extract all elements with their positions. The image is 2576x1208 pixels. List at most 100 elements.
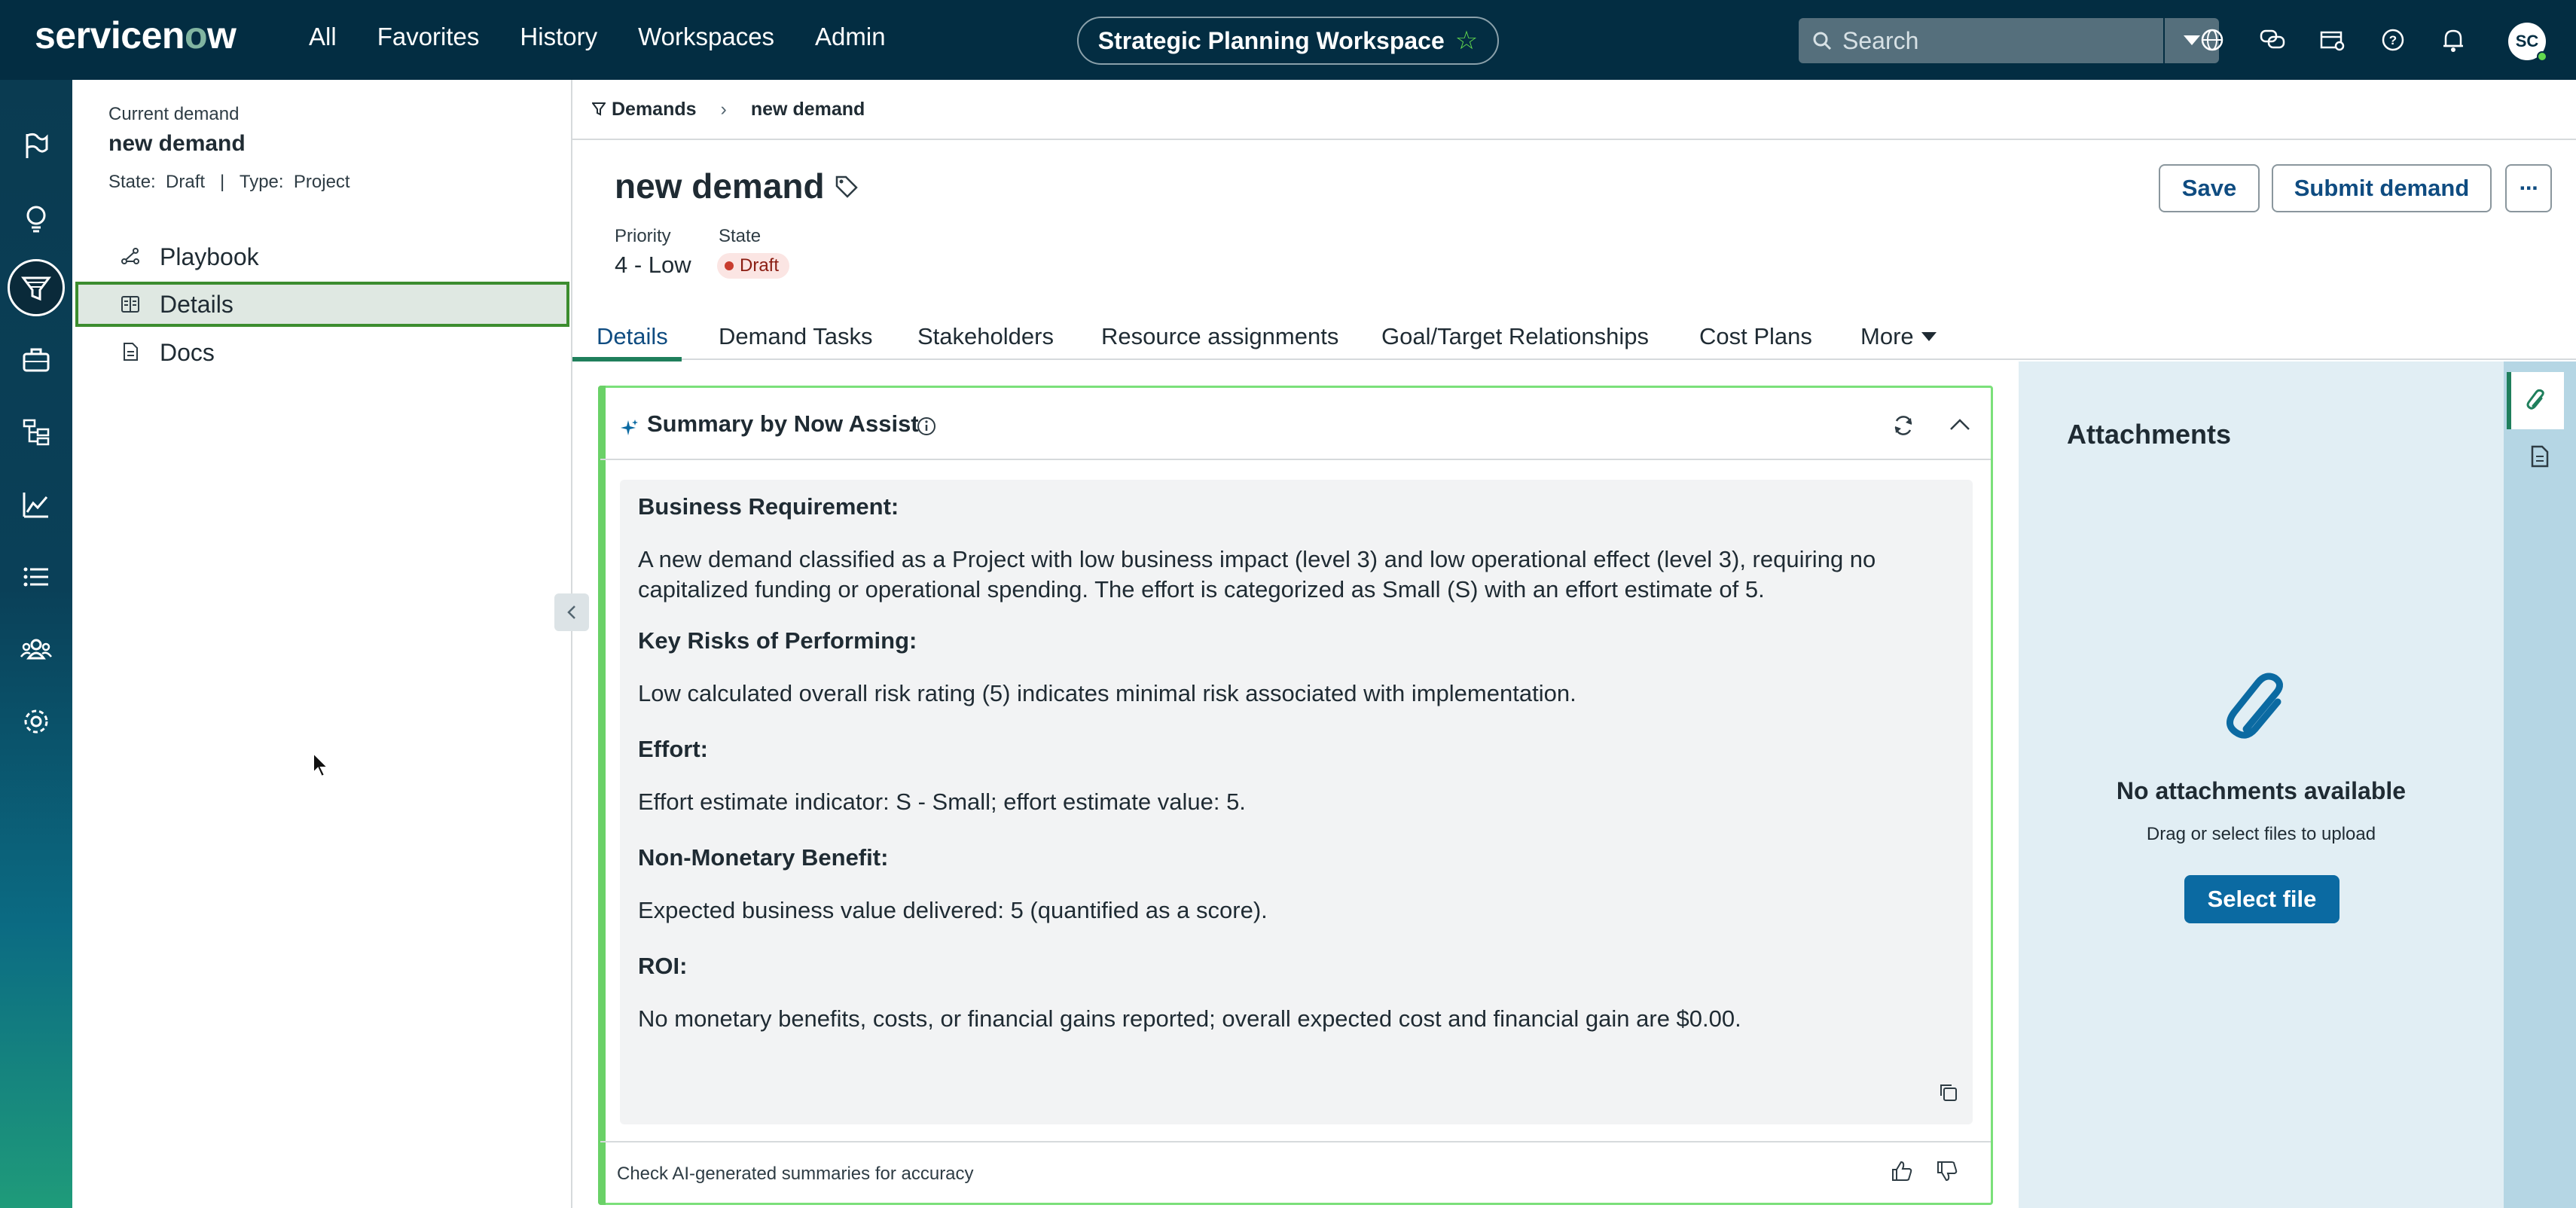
globe-icon[interactable]: [2198, 26, 2227, 54]
demand-funnel-icon[interactable]: [8, 259, 65, 316]
section-heading-key-risks: Key Risks of Performing:: [638, 627, 917, 654]
search-placeholder: Search: [1842, 26, 1919, 54]
record-tabs: Details Demand Tasks Stakeholders Resour…: [572, 313, 2576, 361]
status-dot-icon: [725, 261, 734, 270]
nav-workspaces[interactable]: Workspaces: [638, 23, 774, 51]
attachments-tab[interactable]: [2507, 372, 2564, 429]
more-actions-button[interactable]: ···: [2505, 164, 2552, 212]
nav-item-playbook[interactable]: Playbook: [75, 234, 569, 279]
section-heading-roi: ROI:: [638, 953, 688, 979]
priority-value: 4 - Low: [615, 252, 691, 278]
flag-icon[interactable]: [8, 117, 65, 175]
state-value: Draft: [740, 255, 780, 276]
briefcase-icon[interactable]: [8, 331, 65, 389]
tab-resource-assignments[interactable]: Resource assignments: [1101, 313, 1338, 360]
nav-history[interactable]: History: [520, 23, 597, 51]
attachments-title: Attachments: [2067, 419, 2232, 450]
workspace-title-pill[interactable]: Strategic Planning Workspace ☆: [1077, 17, 1499, 65]
refresh-icon[interactable]: [1891, 413, 1915, 438]
tag-icon[interactable]: [835, 175, 859, 199]
thumbs-up-icon[interactable]: [1890, 1159, 1914, 1183]
lightbulb-icon[interactable]: [8, 190, 65, 247]
thumbs-down-icon[interactable]: [1935, 1159, 1959, 1183]
gear-icon[interactable]: [8, 693, 65, 750]
chat-icon[interactable]: [2258, 26, 2287, 54]
nav-item-details[interactable]: Details: [75, 282, 569, 327]
breadcrumb-demands[interactable]: Demands: [592, 99, 697, 120]
breadcrumb-current: new demand: [750, 98, 865, 120]
breadcrumb: Demands › new demand: [572, 80, 2576, 140]
collapse-panel-button[interactable]: [554, 593, 589, 631]
save-button[interactable]: Save: [2159, 164, 2260, 212]
nav-item-docs[interactable]: Docs: [75, 330, 569, 375]
hierarchy-icon[interactable]: [8, 404, 65, 461]
page-title: new demand: [615, 166, 825, 206]
star-icon[interactable]: ☆: [1455, 26, 1478, 56]
nav-favorites[interactable]: Favorites: [377, 23, 480, 51]
main-nav: All Favorites History Workspaces Admin: [309, 23, 926, 51]
playbook-icon: [121, 248, 139, 264]
people-icon[interactable]: [8, 621, 65, 678]
section-text-key-risks: Low calculated overall risk rating (5) i…: [638, 680, 1576, 706]
submit-demand-button[interactable]: Submit demand: [2272, 164, 2492, 212]
contextual-side-rail: [2504, 361, 2576, 1208]
current-demand-meta: State: Draft | Type: Project: [108, 172, 350, 192]
document-icon: [2531, 445, 2549, 468]
now-assist-summary-card: Summary by Now Assist Business Requireme…: [598, 386, 1993, 1205]
tab-more-label: More: [1860, 323, 1914, 349]
tab-demand-tasks[interactable]: Demand Tasks: [719, 313, 872, 360]
nav-admin[interactable]: Admin: [815, 23, 886, 51]
state-badge: Draft: [717, 253, 790, 279]
section-text-business-requirement: A new demand classified as a Project wit…: [638, 546, 1876, 602]
record-navigation-panel: Current demand new demand State: Draft |…: [72, 80, 572, 1208]
current-demand-title: new demand: [108, 131, 246, 156]
global-search-input[interactable]: Search: [1799, 18, 2163, 63]
list-icon[interactable]: [8, 548, 65, 606]
nav-all[interactable]: All: [309, 23, 337, 51]
tab-cost-plans[interactable]: Cost Plans: [1699, 313, 1812, 360]
upload-hint: Drag or select files to upload: [2146, 824, 2376, 844]
state-label: State: [719, 226, 762, 246]
filter-icon: [592, 102, 606, 116]
inbox-icon[interactable]: [2318, 26, 2347, 54]
help-icon[interactable]: ?: [2379, 26, 2407, 54]
copy-icon[interactable]: [1938, 1082, 1959, 1103]
analytics-icon[interactable]: [8, 476, 65, 533]
app-rail: [0, 80, 72, 1208]
nav-item-label: Docs: [160, 338, 215, 366]
summary-title: Summary by Now Assist: [647, 410, 919, 437]
summary-content: Business Requirement: A new demand class…: [620, 480, 1973, 1124]
section-text-non-monetary-benefit: Expected business value delivered: 5 (qu…: [638, 897, 1268, 923]
tab-stakeholders[interactable]: Stakeholders: [917, 313, 1054, 360]
current-demand-label: Current demand: [108, 104, 240, 124]
section-heading-business-requirement: Business Requirement:: [638, 493, 899, 520]
servicenow-logo[interactable]: servicenow: [35, 14, 237, 57]
attachments-panel: Attachments No attachments available Dra…: [2019, 361, 2504, 1208]
collapse-chevron-up-icon[interactable]: [1949, 416, 1971, 432]
breadcrumb-separator-icon: ›: [720, 98, 727, 120]
paperclip-icon: [2526, 389, 2544, 410]
priority-label: Priority: [615, 226, 671, 246]
section-text-effort: Effort estimate indicator: S - Small; ef…: [638, 789, 1246, 815]
presence-indicator: [2537, 51, 2547, 62]
document-tab[interactable]: [2511, 428, 2568, 485]
select-file-button[interactable]: Select file: [2184, 875, 2339, 923]
nav-item-label: Playbook: [160, 243, 259, 270]
breadcrumb-parent-label: Demands: [612, 98, 697, 120]
nav-item-label: Details: [160, 290, 233, 318]
section-heading-effort: Effort:: [638, 736, 708, 762]
bell-icon[interactable]: [2439, 26, 2468, 54]
mouse-cursor-icon: [313, 752, 330, 778]
tab-details[interactable]: Details: [572, 313, 682, 361]
paperclip-icon: [2227, 673, 2283, 739]
caret-down-icon: [1921, 332, 1937, 341]
info-icon[interactable]: [917, 416, 936, 436]
section-heading-non-monetary-benefit: Non-Monetary Benefit:: [638, 844, 889, 871]
user-avatar[interactable]: SC: [2508, 23, 2547, 62]
top-navigation-bar: servicenow All Favorites History Workspa…: [0, 0, 2576, 80]
svg-text:?: ?: [2389, 33, 2397, 47]
no-attachments-text: No attachments available: [2116, 777, 2407, 804]
tab-goal-target-relationships[interactable]: Goal/Target Relationships: [1381, 313, 1649, 360]
tab-more[interactable]: More: [1860, 313, 1937, 360]
search-icon: [1813, 32, 1832, 50]
